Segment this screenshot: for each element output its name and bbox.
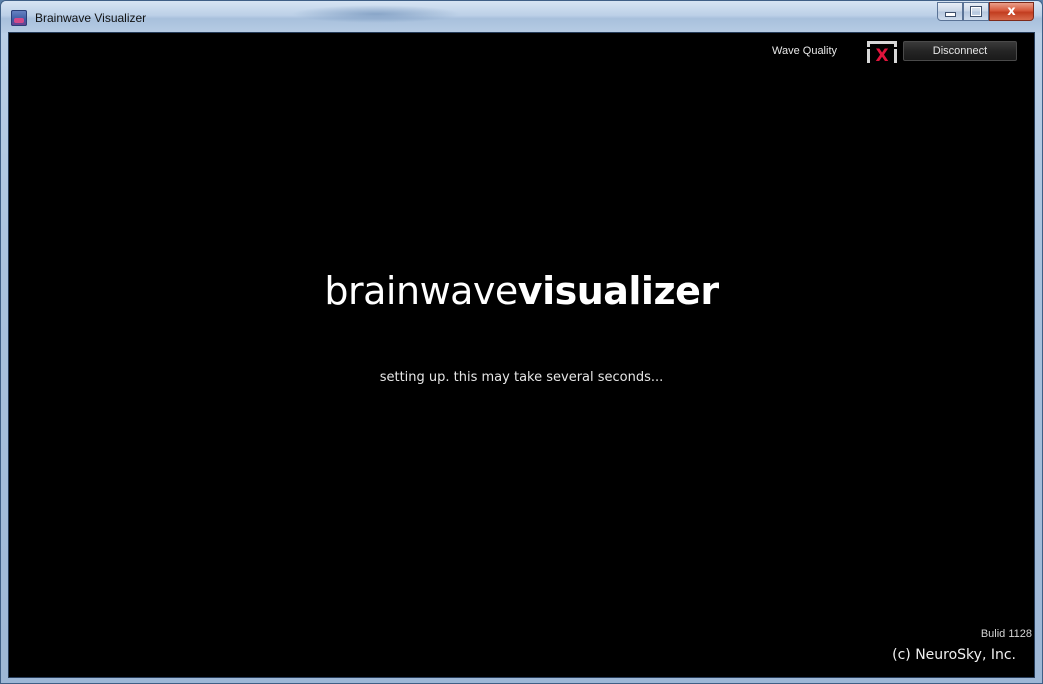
copyright-text: (c) NeuroSky, Inc. [892,647,1016,663]
disconnect-label: Disconnect [932,45,988,57]
maximize-icon [971,7,981,16]
close-icon: x [1007,4,1016,19]
loading-status-text: setting up. this may take several second… [379,370,664,385]
minimize-button[interactable] [937,2,963,21]
logo-bold-text: visualizer [517,269,719,313]
minimize-icon [944,12,956,17]
window-title: Brainwave Visualizer [35,11,147,25]
app-window: Brainwave Visualizer x Wave Quality X Di… [0,0,1043,684]
wave-quality-indicator: X [867,41,897,63]
title-bar[interactable]: Brainwave Visualizer x [1,1,1042,33]
window-controls: x [937,2,1034,22]
disconnect-button[interactable]: Disconnect [903,41,1017,61]
logo-light-text: brainwave [324,269,518,313]
app-logo: brainwavevisualizer [9,269,1034,313]
title-bar-glow [291,5,461,23]
close-button[interactable]: x [989,2,1034,21]
build-number: Bulid 1128 [980,628,1032,640]
wave-quality-label: Wave Quality [772,45,838,57]
app-icon[interactable] [11,10,27,26]
maximize-button[interactable] [963,2,989,21]
quality-x-mark: X [875,46,888,63]
main-content: Wave Quality X Disconnect brainwavevisua… [9,33,1034,677]
no-signal-x-icon: X [867,41,897,63]
